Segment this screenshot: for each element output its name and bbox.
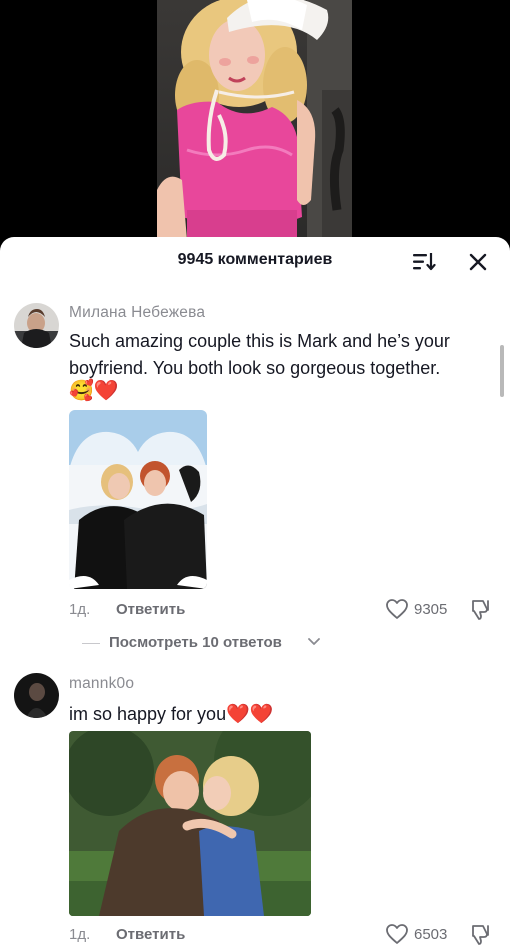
comment-meta: 1д. Ответить 9305 — [69, 598, 499, 622]
like-count: 9305 — [414, 601, 448, 618]
close-button[interactable] — [465, 249, 491, 275]
scrollbar[interactable] — [500, 345, 504, 397]
comment-date: 1д. — [69, 926, 91, 943]
sort-icon — [413, 253, 436, 271]
comment-image[interactable] — [69, 410, 207, 589]
heart-icon[interactable] — [385, 923, 409, 945]
dislike-icon[interactable] — [470, 923, 492, 945]
replies-divider — [82, 643, 100, 644]
dislike-icon[interactable] — [470, 598, 492, 620]
close-icon — [469, 253, 487, 271]
reply-button[interactable]: Ответить — [116, 601, 185, 618]
view-replies-button[interactable]: Посмотреть 10 ответов — [82, 632, 442, 654]
comment-date: 1д. — [69, 601, 91, 618]
avatar[interactable] — [14, 673, 59, 718]
comment-image[interactable] — [69, 731, 311, 916]
heart-icon[interactable] — [385, 598, 409, 620]
reply-button[interactable]: Ответить — [116, 926, 185, 943]
video-frame — [157, 0, 352, 250]
comment-emoji: ❤️❤️ — [226, 704, 274, 725]
comment-text-row: im so happy for you❤️❤️ — [69, 701, 273, 728]
couple-photo-kiss — [69, 731, 311, 916]
comments-sheet: 9945 комментариев Милана Небежева Such a… — [0, 237, 510, 945]
chevron-down-icon — [308, 638, 320, 645]
avatar-image — [14, 673, 59, 718]
comment-username[interactable]: mannk0o — [69, 675, 134, 693]
comment-emoji: 🥰❤️ — [69, 380, 119, 402]
comment-text: Such amazing couple this is Mark and he’… — [69, 331, 450, 378]
video-player[interactable] — [0, 0, 510, 250]
video-thumbnail-illustration — [157, 0, 352, 250]
avatar-image — [14, 303, 59, 348]
couple-photo-snow-heart-frame — [69, 410, 207, 589]
comment-meta: 1д. Ответить 6503 — [69, 923, 499, 945]
sort-button[interactable] — [411, 249, 437, 275]
avatar[interactable] — [14, 303, 59, 348]
sheet-header: 9945 комментариев — [0, 237, 510, 285]
view-replies-label: Посмотреть 10 ответов — [109, 634, 282, 651]
like-count: 6503 — [414, 926, 448, 943]
comment-username[interactable]: Милана Небежева — [69, 304, 205, 322]
comment-text: im so happy for you — [69, 704, 227, 724]
